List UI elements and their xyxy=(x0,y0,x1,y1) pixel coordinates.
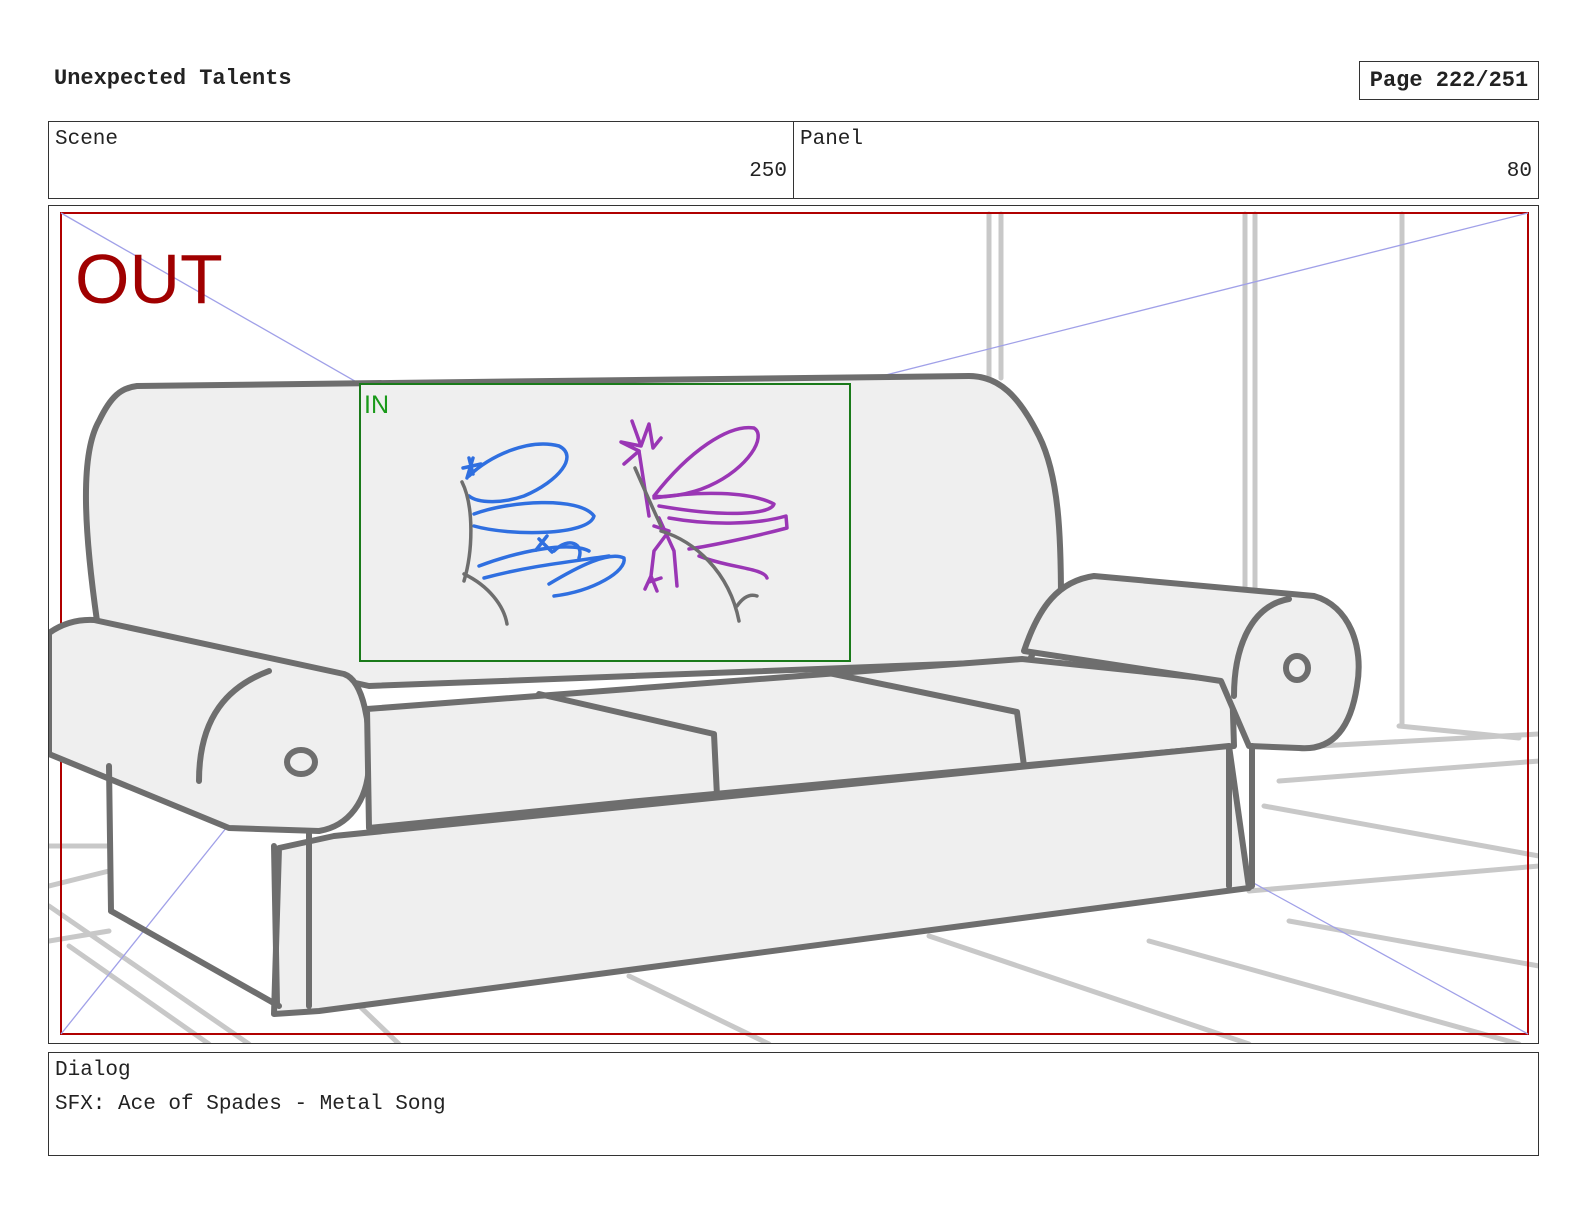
panel-drawing: IN OUT xyxy=(49,211,1538,1043)
in-frame xyxy=(359,383,851,662)
scene-cell: Scene 250 xyxy=(49,122,793,198)
scene-panel-info: Scene 250 Panel 80 xyxy=(48,121,1539,199)
dialog-label: Dialog xyxy=(55,1059,131,1082)
panel-label: Panel xyxy=(800,128,864,151)
scene-value: 250 xyxy=(749,160,787,183)
out-label: OUT xyxy=(75,240,223,318)
scene-label: Scene xyxy=(55,128,119,151)
page-number: Page 222/251 xyxy=(1359,61,1539,100)
panel-cell: Panel 80 xyxy=(793,122,1538,198)
in-label: IN xyxy=(364,391,389,419)
panel-value: 80 xyxy=(1506,160,1532,183)
document-title: Unexpected Talents xyxy=(54,66,292,91)
storyboard-panel: IN OUT xyxy=(48,205,1539,1044)
dialog-box: Dialog SFX: Ace of Spades - Metal Song xyxy=(48,1052,1539,1156)
dialog-text: SFX: Ace of Spades - Metal Song xyxy=(55,1093,446,1116)
